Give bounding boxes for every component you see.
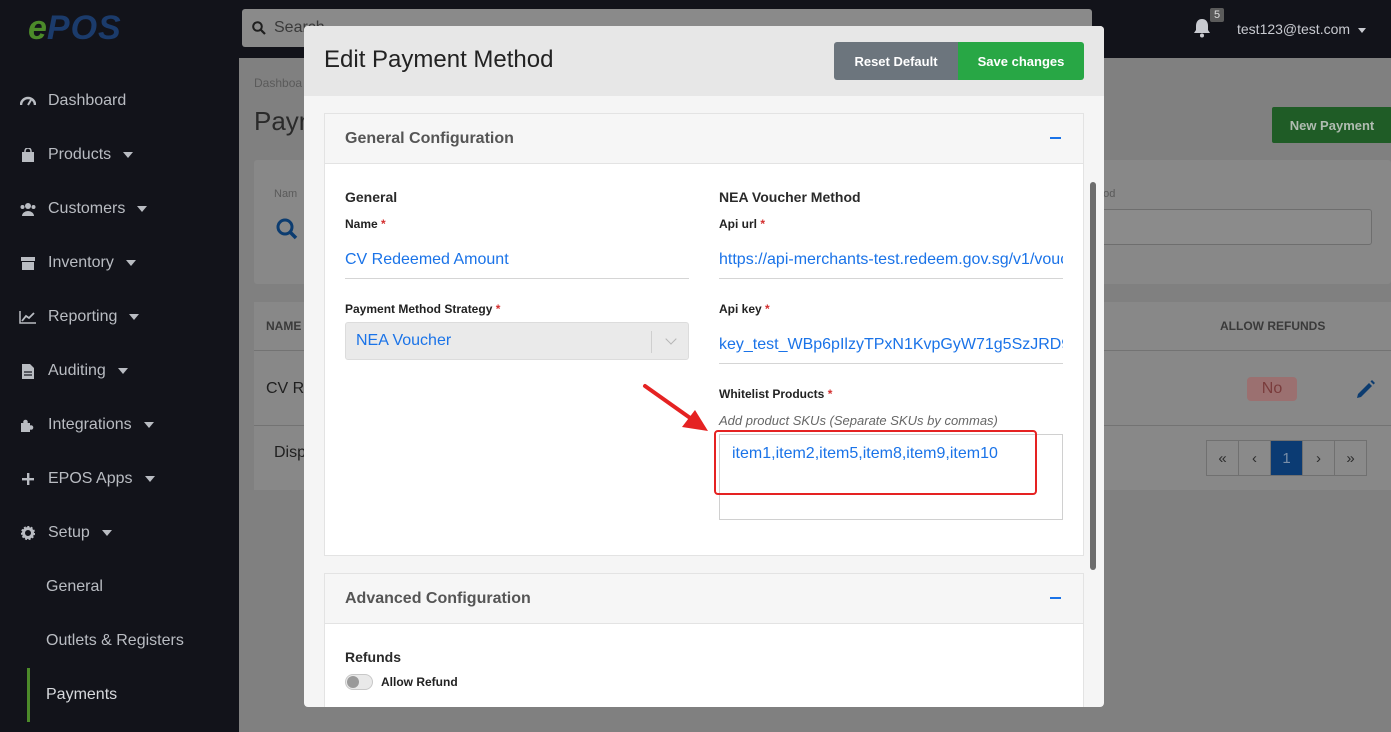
annotation-arrow-icon [643,384,708,431]
